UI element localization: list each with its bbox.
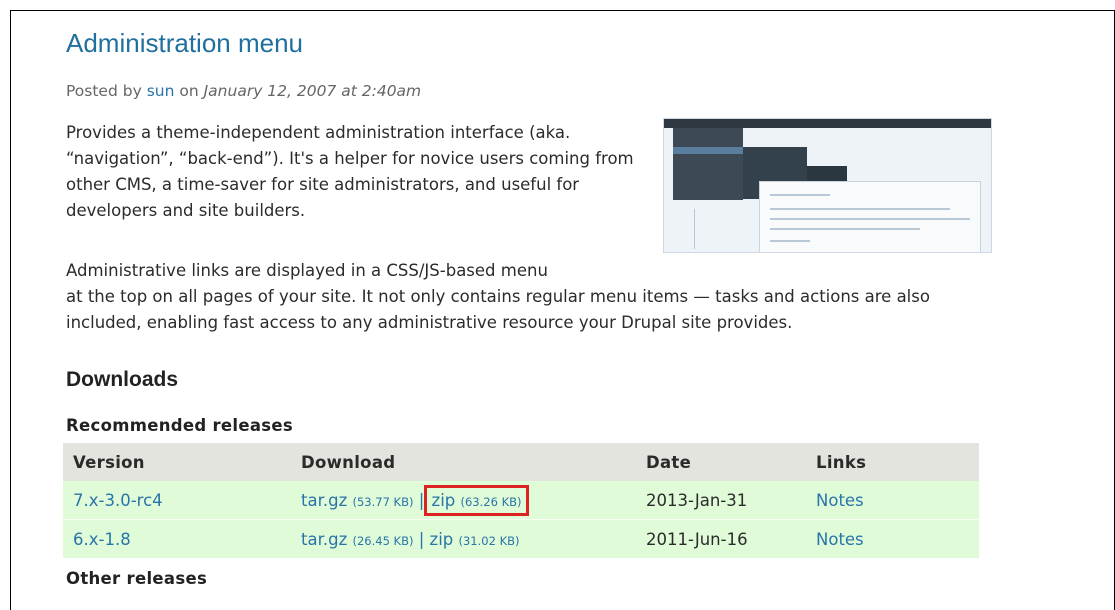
version-cell: 7.x-3.0-rc4 — [63, 481, 301, 520]
version-cell: 6.x-1.8 — [63, 519, 301, 558]
download-cell: tar.gz (53.77 KB) | zip (63.26 KB) — [301, 481, 646, 520]
targz-label: tar.gz — [301, 529, 348, 549]
meta-prefix: Posted by — [66, 82, 142, 100]
post-meta: Posted by sun on January 12, 2007 at 2:4… — [66, 82, 421, 100]
table-header-row: Version Download Date Links — [63, 443, 979, 481]
version-link[interactable]: 6.x-1.8 — [73, 530, 131, 549]
zip-size: (31.02 KB) — [458, 533, 520, 548]
links-column-header: Links — [816, 443, 979, 481]
zip-link[interactable]: zip (63.26 KB) — [423, 484, 530, 516]
download-column-header: Download — [301, 443, 646, 481]
targz-size: (53.77 KB) — [352, 494, 414, 509]
download-cell: tar.gz (26.45 KB) | zip (31.02 KB) — [301, 519, 646, 558]
links-cell: Notes — [816, 481, 979, 520]
date-cell: 2013-Jan-31 — [646, 481, 816, 520]
version-column-header: Version — [63, 443, 301, 481]
date-column-header: Date — [646, 443, 816, 481]
zip-size: (63.26 KB) — [460, 494, 522, 509]
thumbnail-sidebar — [694, 209, 745, 249]
notes-link[interactable]: Notes — [816, 530, 864, 549]
notes-link[interactable]: Notes — [816, 491, 864, 510]
thumbnail-panel — [759, 181, 981, 252]
downloads-heading: Downloads — [66, 368, 179, 391]
page-title[interactable]: Administration menu — [66, 28, 303, 59]
other-releases-heading: Other releases — [66, 569, 208, 588]
thumbnail-menu-highlight — [673, 147, 743, 154]
thumbnail-toolbar — [664, 119, 991, 128]
author-link[interactable]: sun — [147, 82, 175, 100]
targz-link[interactable]: tar.gz (53.77 KB) — [301, 491, 413, 510]
table-row: 6.x-1.8 tar.gz (26.45 KB) | zip (31.02 K… — [63, 519, 979, 558]
releases-table: Version Download Date Links 7.x-3.0-rc4 … — [63, 443, 979, 558]
thumbnail-menu — [673, 128, 743, 200]
links-cell: Notes — [816, 519, 979, 558]
zip-label: zip — [429, 529, 454, 549]
zip-link[interactable]: zip (31.02 KB) — [430, 530, 520, 549]
targz-link[interactable]: tar.gz (26.45 KB) — [301, 530, 413, 549]
targz-size: (26.45 KB) — [352, 533, 414, 548]
table-row: 7.x-3.0-rc4 tar.gz (53.77 KB) | zip (63.… — [63, 481, 979, 520]
post-date: January 12, 2007 at 2:40am — [203, 82, 422, 100]
link-separator: | — [418, 529, 425, 549]
targz-label: tar.gz — [301, 490, 348, 510]
date-cell: 2011-Jun-16 — [646, 519, 816, 558]
zip-label: zip — [431, 490, 456, 510]
screenshot-thumbnail[interactable] — [663, 118, 992, 253]
recommended-releases-heading: Recommended releases — [66, 416, 294, 435]
intro-text: Provides a theme-independent administrat… — [66, 123, 634, 220]
meta-on: on — [179, 82, 199, 100]
link-separator: | — [418, 490, 425, 510]
version-link[interactable]: 7.x-3.0-rc4 — [73, 491, 163, 510]
description-text: at the top on all pages of your site. It… — [66, 287, 930, 332]
description-text-line: Administrative links are displayed in a … — [66, 261, 548, 280]
